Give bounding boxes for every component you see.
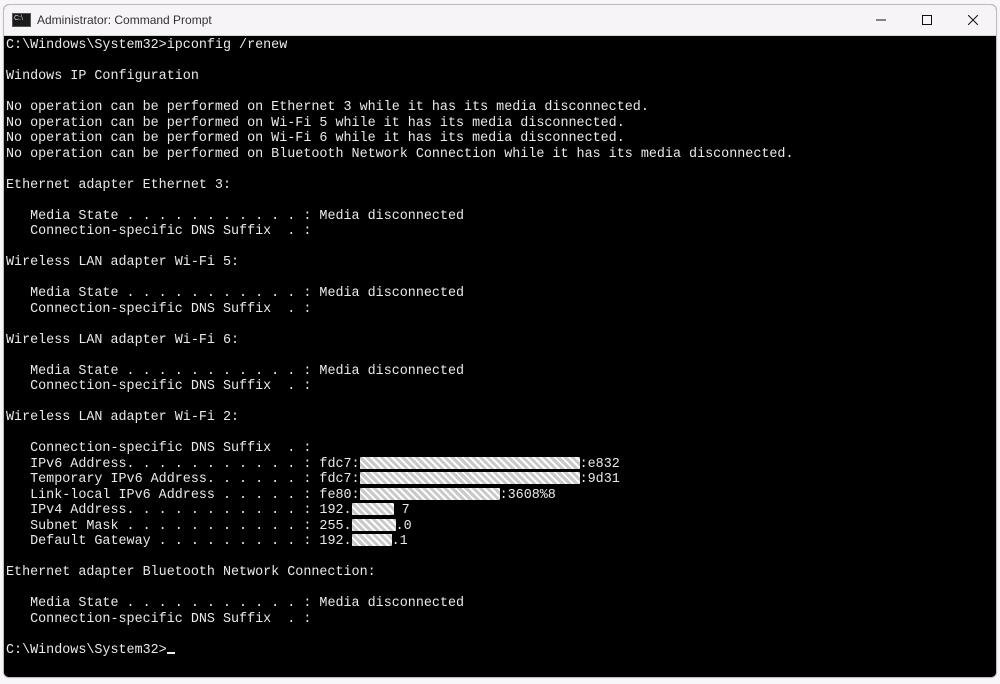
media-state-label: Media State . . . . . . . . . . . : <box>6 286 319 301</box>
redacted-block <box>360 472 580 484</box>
adapter-title: Wireless LAN adapter Wi-Fi 5: <box>6 255 239 270</box>
dns-suffix-line: Connection-specific DNS Suffix . : <box>6 224 311 239</box>
adapter-title: Ethernet adapter Bluetooth Network Conne… <box>6 565 376 580</box>
redacted-block <box>360 457 580 469</box>
prompt-path: C:\Windows\System32> <box>6 38 167 53</box>
redacted-block <box>352 503 394 515</box>
media-state-value: Media disconnected <box>319 209 464 224</box>
minimize-button[interactable] <box>858 5 904 35</box>
gateway-suffix: .1 <box>392 534 408 549</box>
linklocal-ipv6-suffix: :3608%8 <box>500 488 556 503</box>
ipv4-prefix: 192. <box>319 503 351 518</box>
dns-suffix-line: Connection-specific DNS Suffix . : <box>6 302 311 317</box>
warning-line: No operation can be performed on Bluetoo… <box>6 147 794 162</box>
temp-ipv6-prefix: fdc7: <box>319 472 359 487</box>
window-title: Administrator: Command Prompt <box>37 13 212 27</box>
adapter-title: Wireless LAN adapter Wi-Fi 2: <box>6 410 239 425</box>
media-state-value: Media disconnected <box>319 286 464 301</box>
terminal-output[interactable]: C:\Windows\System32>ipconfig /renew Wind… <box>4 36 996 677</box>
adapter-title: Wireless LAN adapter Wi-Fi 6: <box>6 333 239 348</box>
media-state-label: Media State . . . . . . . . . . . : <box>6 209 319 224</box>
command-prompt-window: C:\ Administrator: Command Prompt C:\Win… <box>3 4 997 678</box>
dns-suffix-line: Connection-specific DNS Suffix . : <box>6 612 311 627</box>
warning-line: No operation can be performed on Wi-Fi 6… <box>6 131 625 146</box>
redacted-block <box>352 519 396 531</box>
title-bar[interactable]: C:\ Administrator: Command Prompt <box>4 5 996 36</box>
media-state-label: Media State . . . . . . . . . . . : <box>6 364 319 379</box>
temp-ipv6-suffix: :9d31 <box>580 472 620 487</box>
cmd-app-icon: C:\ <box>12 13 31 27</box>
gateway-prefix: 192. <box>319 534 351 549</box>
subnet-mask-label: Subnet Mask . . . . . . . . . . . : <box>6 519 319 534</box>
close-button[interactable] <box>950 5 996 35</box>
temp-ipv6-label: Temporary IPv6 Address. . . . . . : <box>6 472 319 487</box>
dns-suffix-line: Connection-specific DNS Suffix . : <box>6 379 311 394</box>
section-header: Windows IP Configuration <box>6 69 199 84</box>
ipv6-suffix: :e832 <box>580 457 620 472</box>
warning-line: No operation can be performed on Wi-Fi 5… <box>6 116 625 131</box>
redacted-block <box>352 534 392 546</box>
media-state-label: Media State . . . . . . . . . . . : <box>6 596 319 611</box>
subnet-mask-suffix: .0 <box>396 519 412 534</box>
ipv4-label: IPv4 Address. . . . . . . . . . . : <box>6 503 319 518</box>
ipv4-suffix: 7 <box>394 503 410 518</box>
maximize-button[interactable] <box>904 5 950 35</box>
adapter-title: Ethernet adapter Ethernet 3: <box>6 178 231 193</box>
media-state-value: Media disconnected <box>319 364 464 379</box>
text-cursor-icon <box>167 652 175 654</box>
redacted-block <box>360 488 500 500</box>
gateway-label: Default Gateway . . . . . . . . . : <box>6 534 319 549</box>
ipv6-label: IPv6 Address. . . . . . . . . . . : <box>6 457 319 472</box>
linklocal-ipv6-prefix: fe80: <box>319 488 359 503</box>
prompt-path: C:\Windows\System32> <box>6 643 167 658</box>
ipv6-prefix: fdc7: <box>319 457 359 472</box>
prompt-command: ipconfig /renew <box>167 38 288 53</box>
dns-suffix-line: Connection-specific DNS Suffix . : <box>6 441 311 456</box>
linklocal-ipv6-label: Link-local IPv6 Address . . . . . : <box>6 488 319 503</box>
subnet-mask-prefix: 255. <box>319 519 351 534</box>
media-state-value: Media disconnected <box>319 596 464 611</box>
warning-line: No operation can be performed on Etherne… <box>6 100 649 115</box>
